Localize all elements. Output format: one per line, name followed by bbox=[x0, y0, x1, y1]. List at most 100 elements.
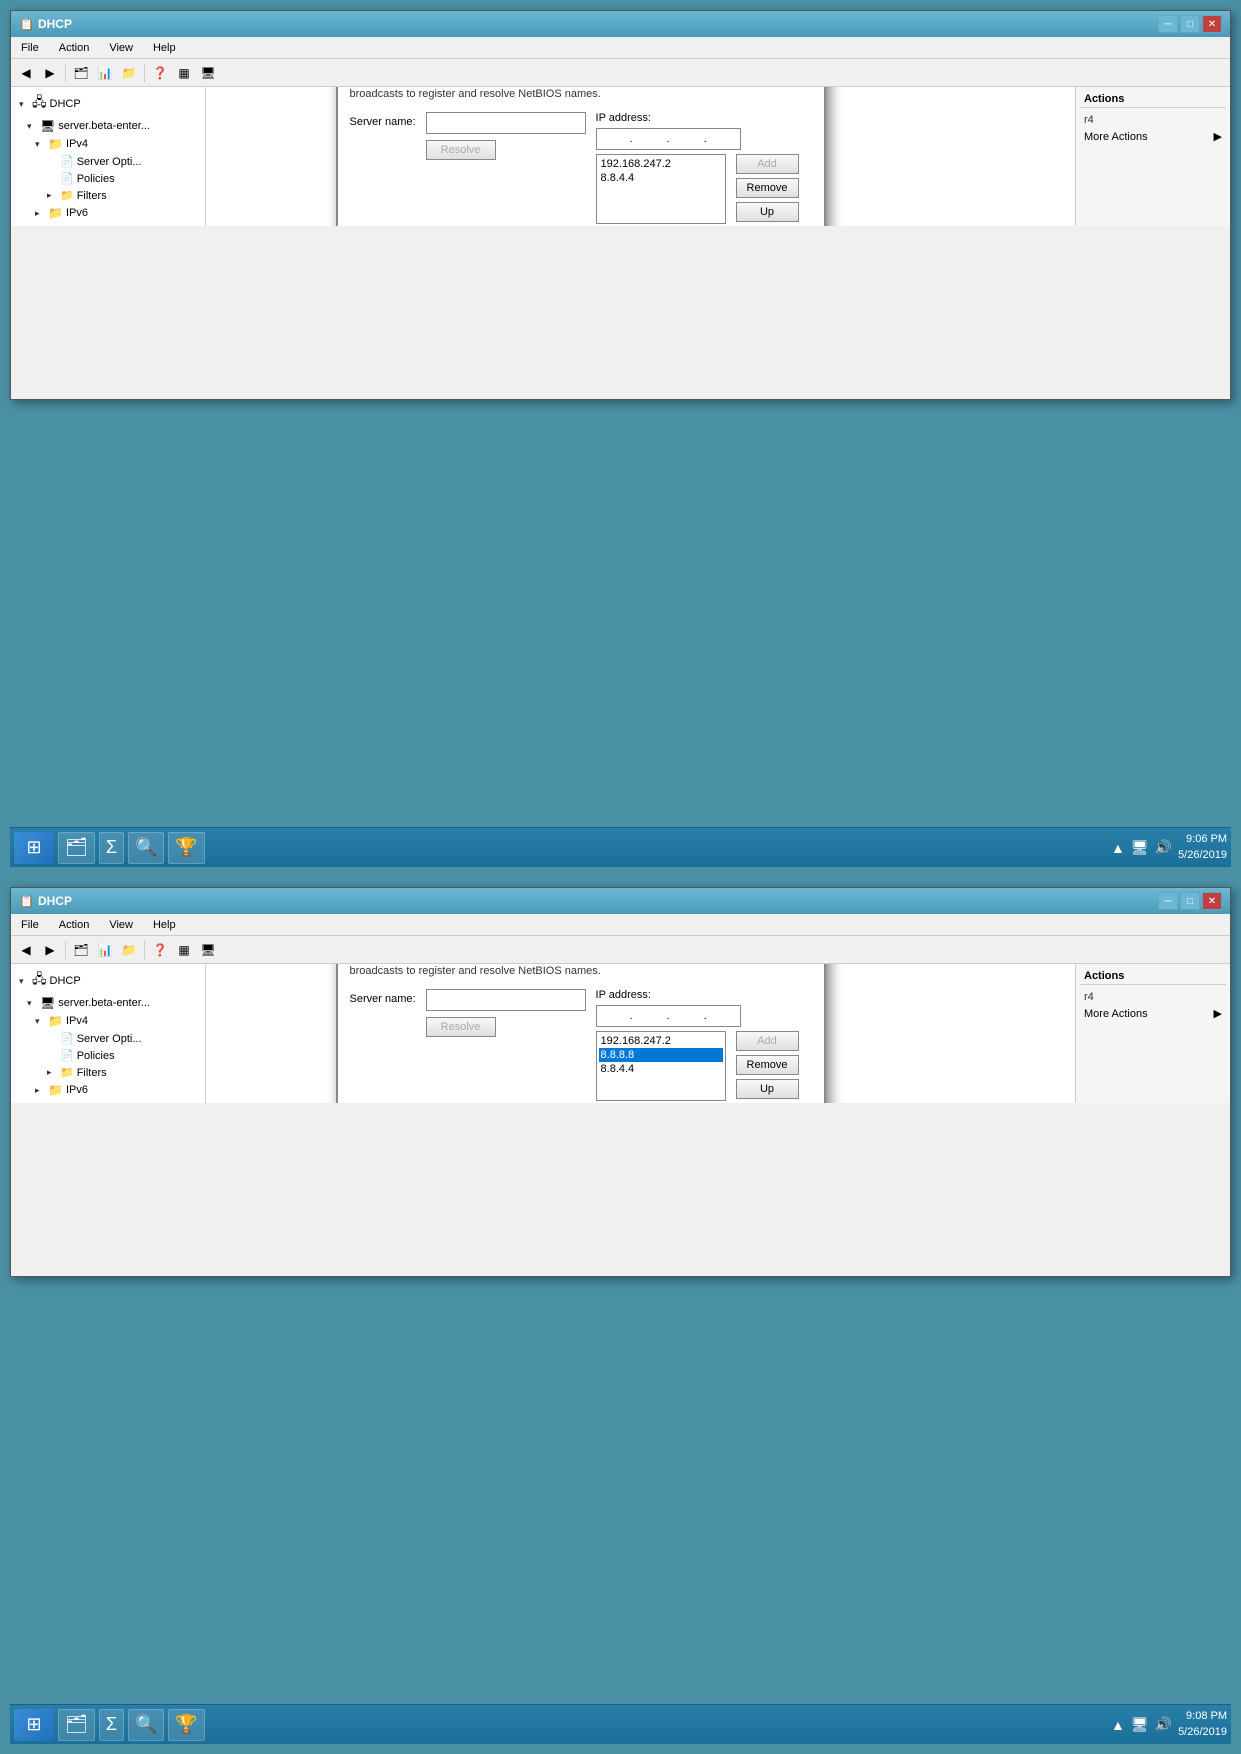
ip-seg4-1[interactable] bbox=[710, 133, 738, 145]
taskbar-sigma-btn-1[interactable]: Σ bbox=[99, 832, 124, 864]
window-titlebar-1: 📋 DHCP ─ □ ✕ bbox=[11, 11, 1230, 37]
taskbar-tray-2: ▲ 🖥 🔊 9:08 PM 5/26/2019 bbox=[1111, 1709, 1227, 1740]
dialog-overlay-1: New Scope Wizard ✕ WINS Servers Computer… bbox=[11, 87, 1230, 226]
trophy-icon-1: 🏆 bbox=[175, 837, 197, 858]
maximize-button-1[interactable]: □ bbox=[1180, 15, 1200, 33]
ip-list-1[interactable]: 192.168.247.2 8.8.4.4 bbox=[596, 154, 726, 224]
forward-toolbar-btn-2[interactable]: ▶ bbox=[39, 939, 61, 961]
dialog-body-2: WINS Servers Computers running Windows c… bbox=[338, 964, 824, 1103]
clock-date-1: 5/26/2019 bbox=[1178, 848, 1227, 863]
add-btn-2[interactable]: Add bbox=[736, 1031, 799, 1051]
remove-btn-1[interactable]: Remove bbox=[736, 178, 799, 198]
taskbar-search-btn-1[interactable]: 🔍 bbox=[128, 832, 164, 864]
close-button-1[interactable]: ✕ bbox=[1202, 15, 1222, 33]
menu-help-2[interactable]: Help bbox=[147, 917, 182, 933]
ip-entry-2[interactable]: . . . bbox=[596, 1005, 741, 1027]
toolbar-btn-c-1[interactable]: 📁 bbox=[118, 62, 140, 84]
taskbar-trophy-btn-2[interactable]: 🏆 bbox=[168, 1709, 204, 1741]
ip-seg2-1[interactable] bbox=[636, 133, 664, 145]
close-button-2[interactable]: ✕ bbox=[1202, 892, 1222, 910]
minimize-button-2[interactable]: ─ bbox=[1158, 892, 1178, 910]
tray-arrow-icon-1[interactable]: ▲ bbox=[1111, 840, 1125, 856]
taskbar-explorer-btn-2[interactable]: 🗂 bbox=[58, 1709, 95, 1741]
tray-network-icon-1[interactable]: 🖥 bbox=[1131, 839, 1149, 856]
server-name-input-2[interactable] bbox=[426, 989, 586, 1011]
ip-entry-1[interactable]: . . . bbox=[596, 128, 741, 150]
tray-vol-icon-1[interactable]: 🔊 bbox=[1155, 839, 1172, 856]
ip-list-item-1a[interactable]: 192.168.247.2 bbox=[599, 157, 723, 171]
menu-view-1[interactable]: View bbox=[103, 40, 139, 56]
ip-seg3-2[interactable] bbox=[673, 1010, 701, 1022]
taskbar-sigma-btn-2[interactable]: Σ bbox=[99, 1709, 124, 1741]
ip-address-label-2: IP address: bbox=[596, 989, 812, 1001]
forward-toolbar-btn-1[interactable]: ▶ bbox=[39, 62, 61, 84]
remove-btn-2[interactable]: Remove bbox=[736, 1055, 799, 1075]
explorer-icon-1: 🗂 bbox=[65, 837, 88, 858]
menu-action-2[interactable]: Action bbox=[53, 917, 96, 933]
back-toolbar-btn-1[interactable]: ◀ bbox=[15, 62, 37, 84]
ip-seg1-2[interactable] bbox=[599, 1010, 627, 1022]
search-icon-2: 🔍 bbox=[135, 1714, 157, 1735]
ip-list-item-1b[interactable]: 8.8.4.4 bbox=[599, 171, 723, 185]
back-toolbar-btn-2[interactable]: ◀ bbox=[15, 939, 37, 961]
ip-list-item-2b-selected[interactable]: 8.8.8.8 bbox=[599, 1048, 723, 1062]
sigma-icon-1: Σ bbox=[106, 837, 117, 858]
toolbar-btn-b-2[interactable]: 📊 bbox=[94, 939, 116, 961]
ip-seg2-2[interactable] bbox=[636, 1010, 664, 1022]
server-name-label-1: Server name: bbox=[350, 116, 416, 128]
explorer-icon-2: 🗂 bbox=[65, 1714, 88, 1735]
ip-list-item-2a[interactable]: 192.168.247.2 bbox=[599, 1034, 723, 1048]
toolbar-btn-d-1[interactable]: ❓ bbox=[149, 62, 171, 84]
tray-network-icon-2[interactable]: 🖥 bbox=[1131, 1716, 1149, 1733]
toolbar-2: ◀ ▶ 🗂 📊 📁 ❓ ▦ 🖥 bbox=[11, 936, 1230, 964]
ip-dot2-2: . bbox=[667, 1010, 670, 1022]
taskbar-explorer-btn-1[interactable]: 🗂 bbox=[58, 832, 95, 864]
up-btn-2[interactable]: Up bbox=[736, 1079, 799, 1099]
ip-seg4-2[interactable] bbox=[710, 1010, 738, 1022]
server-name-input-1[interactable] bbox=[426, 112, 586, 134]
dialog-body-1: WINS Servers Computers running Windows c… bbox=[338, 87, 824, 226]
dialog-note1-text-1: Entering server IP addresses here enable… bbox=[350, 87, 812, 102]
ip-side-buttons-2: Add Remove Up Down bbox=[736, 1031, 799, 1103]
up-btn-1[interactable]: Up bbox=[736, 202, 799, 222]
menu-action-1[interactable]: Action bbox=[53, 40, 96, 56]
menu-file-1[interactable]: File bbox=[15, 40, 45, 56]
wizard-dialog-2: New Scope Wizard ✕ WINS Servers Computer… bbox=[336, 964, 826, 1103]
ip-list-2[interactable]: 192.168.247.2 8.8.8.8 8.8.4.4 bbox=[596, 1031, 726, 1101]
toolbar-btn-d-2[interactable]: ❓ bbox=[149, 939, 171, 961]
ip-list-item-2c[interactable]: 8.8.4.4 bbox=[599, 1062, 723, 1076]
menu-help-1[interactable]: Help bbox=[147, 40, 182, 56]
clock-1: 9:06 PM 5/26/2019 bbox=[1178, 832, 1227, 863]
toolbar-btn-f-2[interactable]: 🖥 bbox=[197, 939, 219, 961]
tray-arrow-icon-2[interactable]: ▲ bbox=[1111, 1717, 1125, 1733]
tray-vol-icon-2[interactable]: 🔊 bbox=[1155, 1716, 1172, 1733]
resolve-btn-1[interactable]: Resolve bbox=[426, 140, 496, 160]
menu-view-2[interactable]: View bbox=[103, 917, 139, 933]
toolbar-btn-b-1[interactable]: 📊 bbox=[94, 62, 116, 84]
toolbar-btn-e-1[interactable]: ▦ bbox=[173, 62, 195, 84]
resolve-btn-2[interactable]: Resolve bbox=[426, 1017, 496, 1037]
toolbar-btn-a-2[interactable]: 🗂 bbox=[70, 939, 92, 961]
clock-time-2: 9:08 PM bbox=[1178, 1709, 1227, 1724]
window-titlebar-2: 📋 DHCP ─ □ ✕ bbox=[11, 888, 1230, 914]
server-name-label-2: Server name: bbox=[350, 993, 416, 1005]
menu-file-2[interactable]: File bbox=[15, 917, 45, 933]
toolbar-btn-f-1[interactable]: 🖥 bbox=[197, 62, 219, 84]
ip-dot1-2: . bbox=[630, 1010, 633, 1022]
ip-seg1-1[interactable] bbox=[599, 133, 627, 145]
start-button-2[interactable]: ⊞ bbox=[14, 1709, 54, 1741]
taskbar-search-btn-2[interactable]: 🔍 bbox=[128, 1709, 164, 1741]
window-title-2: DHCP bbox=[38, 894, 72, 908]
ip-list-area-1: 192.168.247.2 8.8.4.4 Add Remove Up Dow bbox=[596, 154, 812, 226]
toolbar-btn-a-1[interactable]: 🗂 bbox=[70, 62, 92, 84]
add-btn-1[interactable]: Add bbox=[736, 154, 799, 174]
maximize-button-2[interactable]: □ bbox=[1180, 892, 1200, 910]
taskbar-2: ⊞ 🗂 Σ 🔍 🏆 ▲ 🖥 🔊 9:08 PM 5/26/2019 bbox=[10, 1704, 1231, 1744]
ip-seg3-1[interactable] bbox=[673, 133, 701, 145]
toolbar-btn-e-2[interactable]: ▦ bbox=[173, 939, 195, 961]
start-button-1[interactable]: ⊞ bbox=[14, 832, 54, 864]
minimize-button-1[interactable]: ─ bbox=[1158, 15, 1178, 33]
toolbar-btn-c-2[interactable]: 📁 bbox=[118, 939, 140, 961]
taskbar-trophy-btn-1[interactable]: 🏆 bbox=[168, 832, 204, 864]
clock-date-2: 5/26/2019 bbox=[1178, 1725, 1227, 1740]
